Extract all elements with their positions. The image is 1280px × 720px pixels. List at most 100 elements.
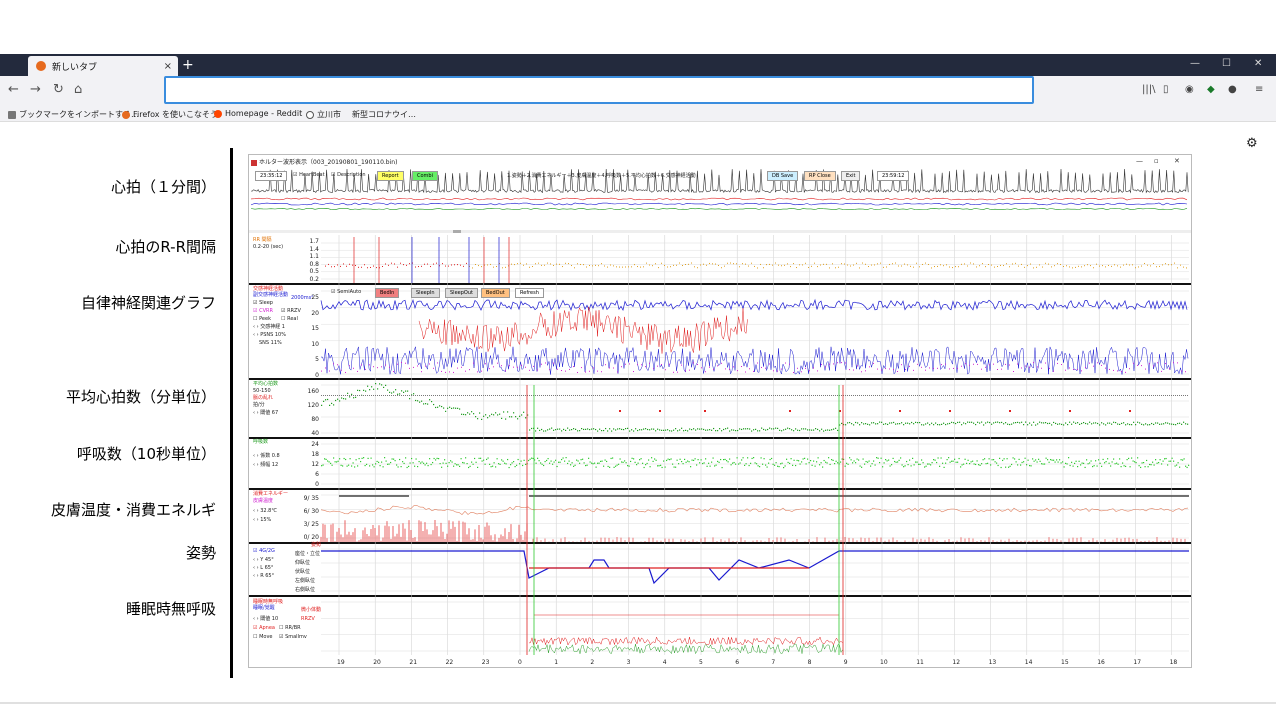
maximize-button[interactable]: ☐ xyxy=(1222,58,1231,69)
hr-grey-point xyxy=(353,395,354,396)
ans-point xyxy=(733,366,734,368)
rr-point xyxy=(562,266,563,268)
resp-point xyxy=(1126,459,1128,461)
sleepin-button[interactable]: SleepIn xyxy=(411,288,440,298)
resp-point xyxy=(789,462,791,465)
bookmark-tachikawa[interactable]: 立川市 xyxy=(306,109,341,120)
hr-grey-point xyxy=(649,395,650,396)
ans-point xyxy=(513,366,514,368)
hr-grey-point xyxy=(541,395,542,396)
db-save-button[interactable]: DB Save xyxy=(767,171,799,181)
hr-grey-point xyxy=(1105,395,1106,396)
app-close-button[interactable]: ✕ xyxy=(1174,157,1180,165)
resp-point xyxy=(711,461,713,463)
account-icon[interactable]: ◉ xyxy=(1185,84,1194,95)
refresh-button[interactable]: Refresh xyxy=(515,288,544,298)
time-start-field[interactable]: 23:35:12 xyxy=(255,171,288,181)
rr-point xyxy=(388,264,389,266)
move-checkbox[interactable]: ☐ Move xyxy=(253,634,273,640)
rp-close-button[interactable]: RP Close xyxy=(804,171,836,181)
ans-point xyxy=(829,363,830,365)
report-button[interactable]: Report xyxy=(377,171,404,181)
resp-point xyxy=(973,463,975,465)
hr-threshold[interactable]: ‹ › 閾値 67 xyxy=(253,410,278,416)
semiauto-checkbox[interactable]: ☑ SemiAuto xyxy=(331,289,361,295)
psns-setting[interactable]: ‹ › PSNS 10% xyxy=(253,332,286,338)
home-icon[interactable]: ⌂ xyxy=(74,82,82,97)
cvrr-checkbox[interactable]: ☑ CVRR xyxy=(253,308,273,314)
ans-point xyxy=(913,369,914,371)
rr-point xyxy=(982,263,983,265)
resp-point xyxy=(349,458,351,460)
back-icon[interactable]: ← xyxy=(8,82,19,97)
hr-grey-point xyxy=(925,395,926,396)
hr-point xyxy=(1079,423,1081,425)
app-minimize-button[interactable]: — xyxy=(1136,157,1143,165)
peek-checkbox[interactable]: ☐ Peek xyxy=(253,316,271,322)
forward-icon[interactable]: → xyxy=(30,82,41,97)
description-checkbox[interactable]: ☑ Description xyxy=(331,172,366,178)
library-icon[interactable]: |||\ xyxy=(1142,84,1155,95)
url-input[interactable] xyxy=(164,76,1034,104)
hr-grey-point xyxy=(327,395,328,396)
real-checkbox[interactable]: ☐ Real xyxy=(281,316,298,322)
bookmark-firefox[interactable]: Firefox を使いこなそう xyxy=(122,109,218,120)
posture-y-angle[interactable]: ‹ › Y 45° xyxy=(253,557,274,563)
sympathetic-threshold[interactable]: ‹ › 交感神経 1 xyxy=(253,324,285,330)
hr-grey-point xyxy=(465,395,466,396)
apnea-threshold[interactable]: ‹ › 閾値 10 xyxy=(253,616,278,622)
shield-icon[interactable]: ◆ xyxy=(1207,84,1215,95)
hr-grey-point xyxy=(819,395,820,396)
posture-r-angle[interactable]: ‹ › R 65° xyxy=(253,573,274,579)
hr-grey-point xyxy=(1087,395,1088,396)
hr-grey-point xyxy=(875,395,876,396)
bookmark-import[interactable]: ブックマークをインポートする… xyxy=(8,109,139,120)
resp-coefficient[interactable]: ‹ › 係数 0.8 xyxy=(253,453,280,459)
gear-icon[interactable]: ⚙ xyxy=(1246,136,1258,151)
rr-point xyxy=(1171,264,1172,266)
sleepout-button[interactable]: SleepOut xyxy=(445,288,478,298)
combi-button[interactable]: Combi xyxy=(412,171,438,181)
sleep-checkbox[interactable]: ☑ Sleep xyxy=(253,300,273,306)
tab-close-button[interactable]: × xyxy=(164,61,172,72)
reload-icon[interactable]: ↻ xyxy=(53,82,64,97)
skin-temp-value[interactable]: ‹ › 32.8℃ xyxy=(253,508,277,514)
resp-point xyxy=(484,463,486,465)
rr-point xyxy=(1066,265,1067,267)
resp-frequency[interactable]: ‹ › 頻幅 12 xyxy=(253,462,278,468)
menu-icon[interactable]: ≡ xyxy=(1255,84,1263,95)
ans-point xyxy=(633,371,634,373)
app-maximize-button[interactable]: ▫ xyxy=(1154,157,1159,165)
resp-point xyxy=(583,462,585,464)
rr-point xyxy=(343,263,344,265)
hr-point xyxy=(631,429,633,431)
bookmark-reddit[interactable]: Homepage - Reddit xyxy=(214,109,302,118)
hr-point xyxy=(1031,424,1033,426)
bookmark-covid[interactable]: 新型コロナウイ… xyxy=(352,109,416,120)
energy-percent[interactable]: ‹ › 15% xyxy=(253,517,271,523)
heartbeat-checkbox[interactable]: ☑ HeartBeat xyxy=(293,172,325,178)
bedout-button[interactable]: BedOut xyxy=(481,288,510,298)
rr-point xyxy=(700,264,701,266)
ans-point xyxy=(1017,363,1018,365)
new-tab-button[interactable]: + xyxy=(182,57,194,73)
minimize-button[interactable]: — xyxy=(1190,58,1200,69)
smallmv-checkbox[interactable]: ☑ Smallmv xyxy=(279,634,307,640)
browser-tab[interactable]: 新しいタブ × xyxy=(28,56,178,76)
rrbr-checkbox[interactable]: ☐ RR/BR xyxy=(279,625,301,631)
resp-point xyxy=(637,462,639,464)
posture-mode-checkbox[interactable]: ☑ 4G/2G xyxy=(253,548,275,554)
window-close-button[interactable]: ✕ xyxy=(1254,58,1262,69)
resp-point xyxy=(421,461,423,463)
sidebar-icon[interactable]: ▯ xyxy=(1163,84,1169,95)
resp-point xyxy=(696,464,698,466)
time-end-field[interactable]: 23:59:12 xyxy=(877,171,910,181)
extension-icon[interactable]: ● xyxy=(1228,84,1237,95)
posture-l-angle[interactable]: ‹ › L 65° xyxy=(253,565,273,571)
posture-state-left: 左側臥位 xyxy=(295,578,316,584)
apnea-checkbox[interactable]: ☑ Apnea xyxy=(253,625,275,631)
hr-point xyxy=(547,429,549,431)
rr-point xyxy=(1045,262,1046,264)
bedin-button[interactable]: BedIn xyxy=(375,288,400,298)
exit-button[interactable]: Exit xyxy=(841,171,861,181)
